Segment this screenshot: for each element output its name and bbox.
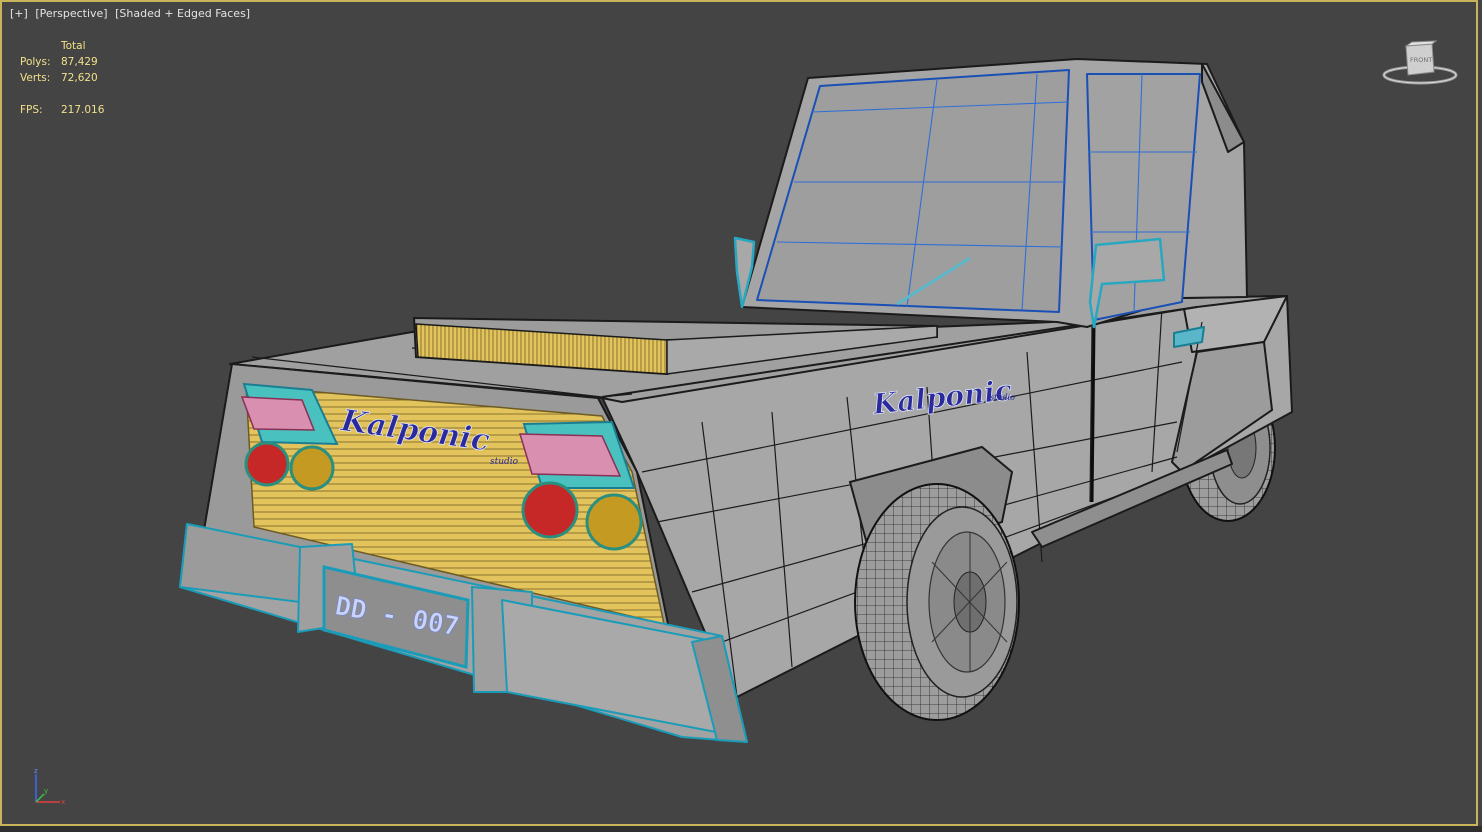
- fps-value: 217.016: [61, 104, 105, 116]
- verts-value: 72,620: [61, 72, 98, 84]
- car-model-scene[interactable]: Kalponic studio Kalponic studio DD - 007: [2, 2, 1480, 828]
- viewport-point-of-view-menu[interactable]: [Perspective]: [35, 7, 107, 20]
- side-logo-suffix: studio: [990, 393, 1015, 402]
- perspective-viewport[interactable]: Kalponic studio Kalponic studio DD - 007…: [0, 0, 1478, 826]
- scene-statistics: Total Polys: 87,429 Verts: 72,620 FPS: 217.…: [20, 38, 104, 118]
- car-cabin: [733, 58, 1248, 329]
- x-axis-label: x: [61, 798, 65, 806]
- viewport-bottom-strip: [0, 826, 1482, 832]
- rear-left-wheel: [848, 445, 1020, 721]
- y-axis: [35, 793, 45, 803]
- rear-logo-suffix: studio: [490, 457, 519, 467]
- fps-label: FPS:: [20, 104, 43, 116]
- viewport-shading-menu[interactable]: [Shaded + Edged Faces]: [115, 7, 250, 20]
- viewport-menu-plus[interactable]: [+]: [10, 7, 28, 20]
- stats-header: Total: [61, 40, 86, 52]
- polys-label: Polys:: [20, 56, 51, 68]
- polys-value: 87,429: [61, 56, 98, 68]
- axis-tripod: z x y: [34, 767, 65, 806]
- viewport-label[interactable]: [+] [Perspective] [Shaded + Edged Faces]: [10, 7, 254, 20]
- y-axis-label: y: [44, 787, 48, 795]
- viewcube-front-label[interactable]: FRONT: [1410, 56, 1432, 64]
- verts-label: Verts:: [20, 72, 51, 84]
- z-axis-label: z: [34, 767, 38, 775]
- viewcube[interactable]: FRONT: [1382, 40, 1462, 90]
